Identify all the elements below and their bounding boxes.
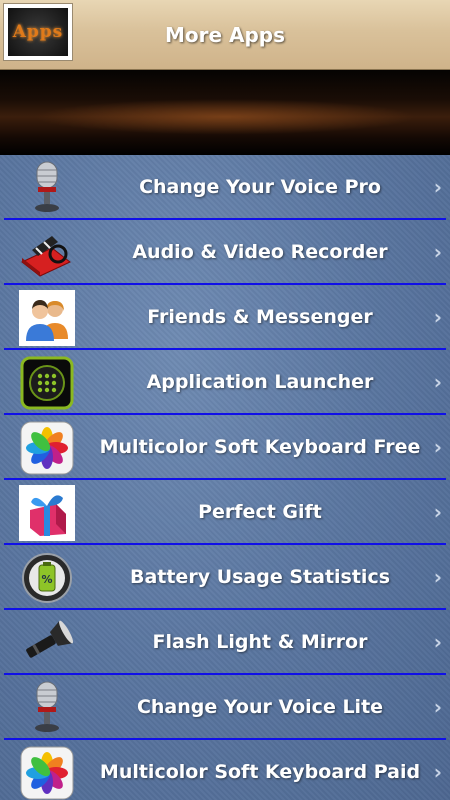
list-item-label: Application Launcher [146,370,374,393]
chevron-right-icon: › [433,499,442,524]
list-item-multicolor-soft-keyboard-free[interactable]: Multicolor Soft Keyboard Free › [0,415,450,480]
chevron-right-icon: › [433,239,442,264]
list-item-battery-usage-statistics[interactable]: % Battery Usage Statistics › [0,545,450,610]
list-item-friends-messenger[interactable]: Friends & Messenger › [0,285,450,350]
list-item-label: Audio & Video Recorder [132,240,388,263]
list-item-label: Perfect Gift [198,500,322,523]
list-item-label: Change Your Voice Lite [136,695,384,718]
chevron-right-icon: › [433,174,442,199]
chevron-right-icon: › [433,629,442,654]
friends-icon [18,289,76,346]
list-item-application-launcher[interactable]: Application Launcher › [0,350,450,415]
film-clapper-icon [18,225,76,280]
microphone-icon [18,160,76,215]
list-item-label: Friends & Messenger [147,305,373,328]
list-item-label: Multicolor Soft Keyboard Free [99,435,421,458]
chevron-right-icon: › [433,564,442,589]
list-item-label: Change Your Voice Pro [139,175,381,198]
list-item-audio-video-recorder[interactable]: Audio & Video Recorder › [0,220,450,285]
list-item-change-your-voice-pro[interactable]: Change Your Voice Pro › [0,155,450,220]
list-item-label: Battery Usage Statistics [129,565,391,588]
wood-banner [0,70,450,155]
app-grid-icon [18,355,76,410]
battery-icon: % [18,550,76,605]
chevron-right-icon: › [433,434,442,459]
apps-logo-text: Apps [8,8,68,56]
microphone-icon [18,680,76,735]
app-header: Apps More Apps [0,0,450,70]
gift-icon [18,484,76,541]
list-item-label: Flash Light & Mirror [152,630,368,653]
chevron-right-icon: › [433,759,442,784]
list-item-perfect-gift[interactable]: Perfect Gift › [0,480,450,545]
flashlight-icon [18,615,76,670]
list-item-change-your-voice-lite[interactable]: Change Your Voice Lite › [0,675,450,740]
chevron-right-icon: › [433,369,442,394]
flower-icon [18,745,76,800]
flower-icon [18,420,76,475]
chevron-right-icon: › [433,694,442,719]
page-title: More Apps [164,23,286,47]
list-item-flash-light-mirror[interactable]: Flash Light & Mirror › [0,610,450,675]
apps-list: Change Your Voice Pro › Audio & Video Re… [0,155,450,800]
chevron-right-icon: › [433,304,442,329]
apps-logo[interactable]: Apps [3,3,73,61]
list-item-multicolor-soft-keyboard-paid[interactable]: Multicolor Soft Keyboard Paid › [0,740,450,800]
list-item-label: Multicolor Soft Keyboard Paid [99,760,421,783]
svg-text:%: % [41,573,52,586]
